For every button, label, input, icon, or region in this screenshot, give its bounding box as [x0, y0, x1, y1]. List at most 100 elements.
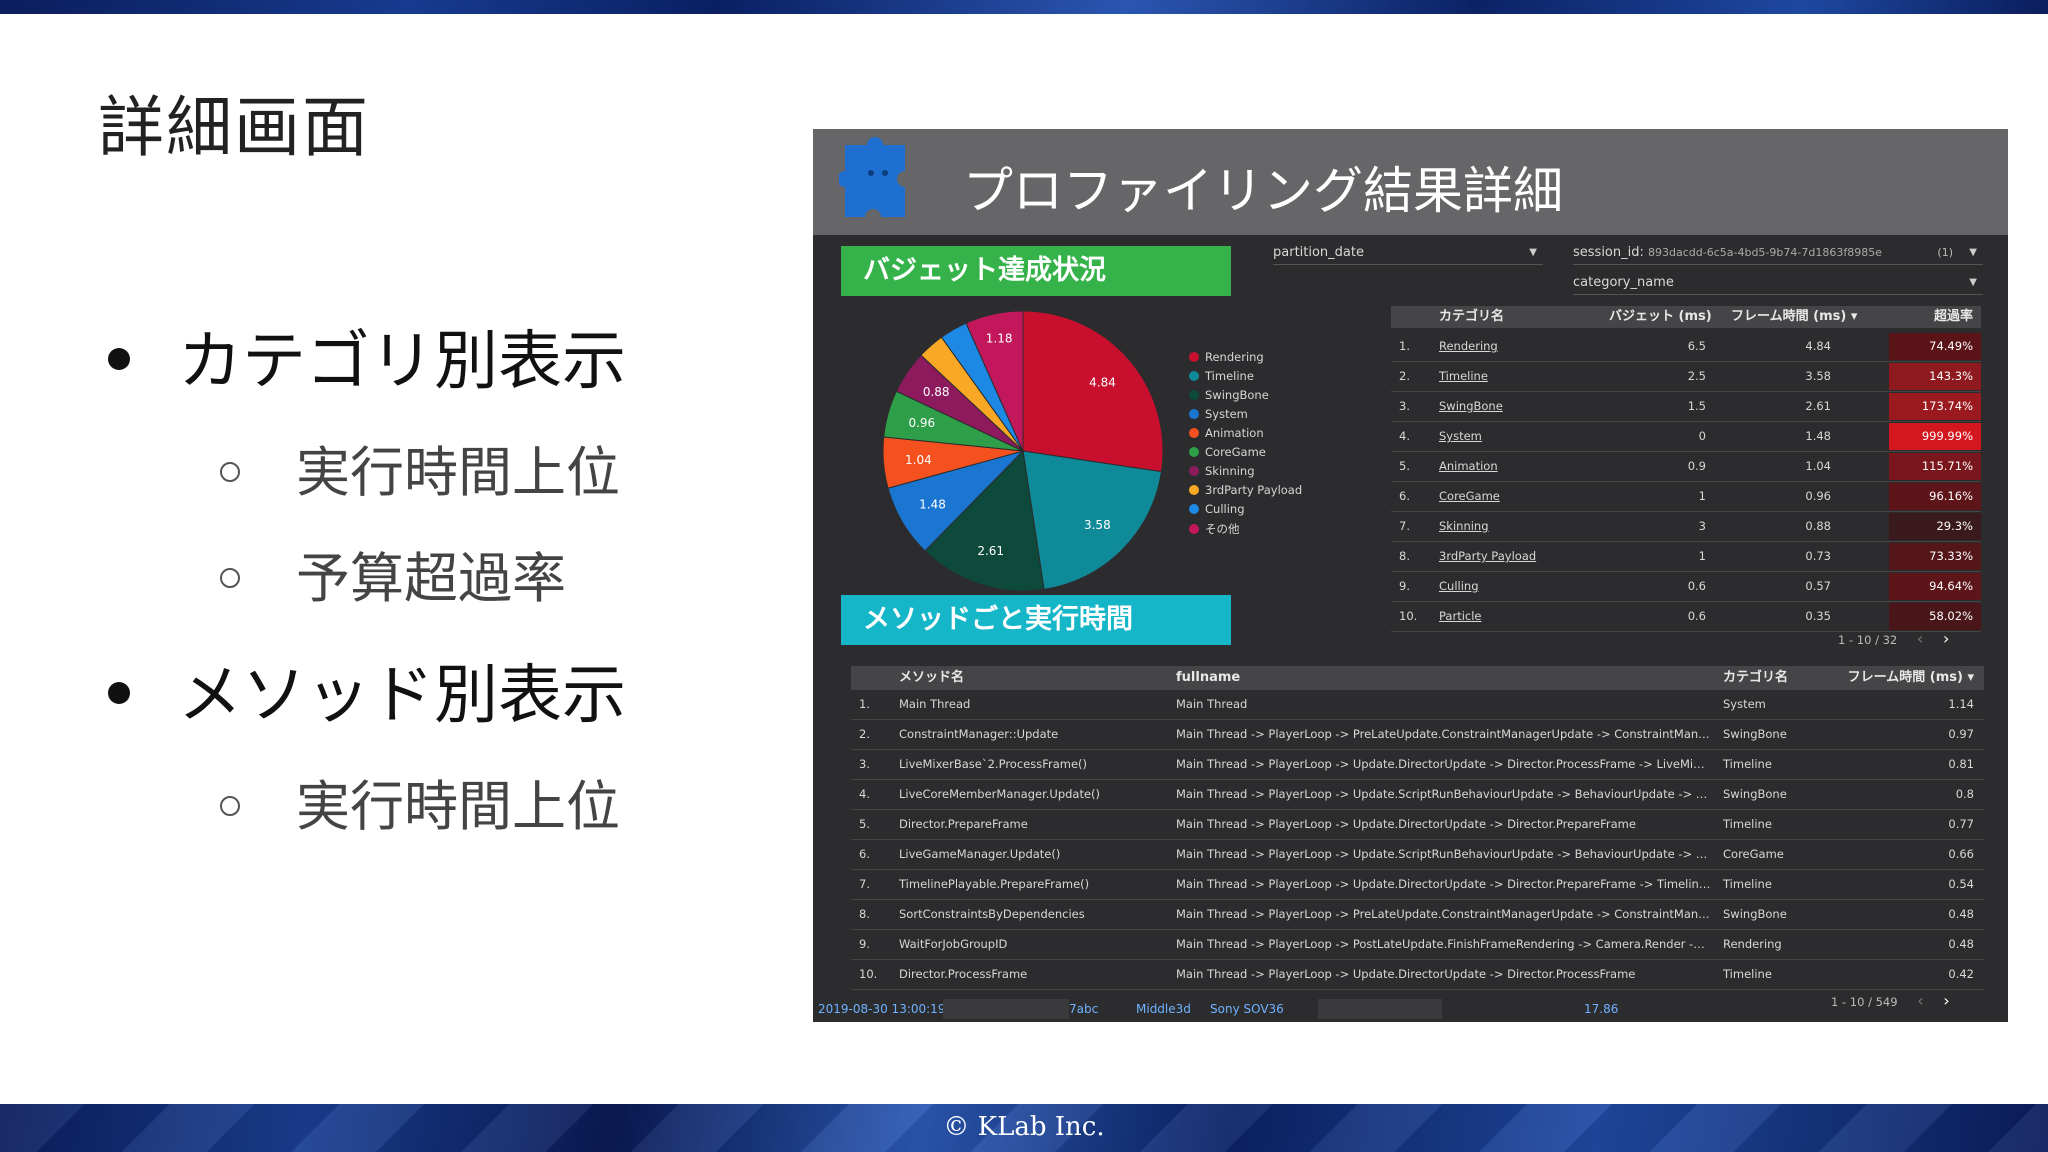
column-header-frame-time[interactable]: フレーム時間 (ms) ▾ [1848, 666, 1974, 690]
pie-legend: Rendering Timeline SwingBone System Animatio… [1189, 350, 1302, 540]
table-row: 6. CoreGame 1 0.96 96.16% [1391, 482, 1981, 512]
column-header-method[interactable]: メソッド名 [899, 666, 964, 690]
method-name: SortConstraintsByDependencies [899, 907, 1085, 921]
category-link[interactable]: Culling [1439, 572, 1479, 601]
category-link[interactable]: Timeline [1439, 362, 1488, 391]
top-decorative-band [0, 0, 2048, 14]
column-header-over-rate[interactable]: 超過率 [1934, 306, 1973, 328]
legend-item: System [1189, 407, 1302, 426]
method-name: Main Thread [899, 697, 971, 711]
legend-item: Skinning [1189, 464, 1302, 483]
row-number: 9. [1399, 579, 1410, 593]
category-link[interactable]: SwingBone [1439, 392, 1503, 421]
method-category: SwingBone [1723, 727, 1787, 741]
frame-time-value: 0.57 [1805, 579, 1831, 593]
column-header-frame-time[interactable]: フレーム時間 (ms) ▾ [1731, 306, 1857, 328]
redacted-block [943, 999, 1069, 1019]
method-category: Timeline [1723, 877, 1772, 891]
session-id-filter[interactable]: session_id: 893dacdd-6c5a-4bd5-9b74-7d18… [1573, 242, 1983, 265]
status-quality: Middle3d [1136, 1002, 1191, 1016]
partition-date-filter[interactable]: partition_date ▼ [1273, 242, 1543, 265]
category-table: カテゴリ名 バジェット (ms) フレーム時間 (ms) ▾ 超過率 1. Ren… [1391, 306, 1981, 632]
legend-label: その他 [1205, 522, 1240, 536]
method-category: Rendering [1723, 937, 1782, 951]
table-row: 3. SwingBone 1.5 2.61 173.74% [1391, 392, 1981, 422]
frame-time-value: 0.48 [1948, 937, 1974, 951]
method-fullname: Main Thread [1176, 697, 1248, 711]
dropdown-caret-icon: ▼ [1969, 277, 1977, 288]
category-link[interactable]: 3rdParty Payload [1439, 542, 1536, 571]
column-header-category[interactable]: カテゴリ名 [1439, 306, 1504, 328]
frame-time-value: 0.8 [1955, 787, 1974, 801]
pie-data-label: 3.58 [1084, 518, 1111, 532]
row-number: 3. [1399, 399, 1410, 413]
table-row: 2. ConstraintManager::Update Main Thread -… [851, 720, 1984, 750]
legend-label: Skinning [1205, 464, 1255, 478]
row-number: 7. [1399, 519, 1410, 533]
pie-slice [1022, 310, 1164, 473]
legend-label: Culling [1205, 502, 1245, 516]
hollow-circle-icon [220, 568, 240, 589]
over-rate-value: 74.49% [1889, 333, 1981, 360]
dashboard-screenshot: プロファイリング結果詳細 バジェット達成状況 メソッドごと実行時間 partit… [813, 129, 2008, 1022]
method-category: SwingBone [1723, 907, 1787, 921]
bottom-decorative-band: © KLab Inc. [0, 1104, 2048, 1152]
legend-swatch [1189, 389, 1199, 400]
category-pie-chart: 4.84 3.58 2.61 1.48 1.04 0.96 0.88 1.18 [882, 310, 1164, 592]
over-rate-value: 143.3% [1889, 363, 1981, 390]
column-header-category[interactable]: カテゴリ名 [1723, 666, 1788, 690]
method-category: CoreGame [1723, 847, 1784, 861]
row-number: 4. [859, 787, 870, 801]
status-date: 2019-08-30 13:00:19 [818, 1002, 946, 1016]
method-fullname: Main Thread -> PlayerLoop -> Update.Dire… [1176, 877, 1711, 891]
method-name: TimelinePlayable.PrepareFrame() [899, 877, 1090, 891]
table-row: 5. Animation 0.9 1.04 115.71% [1391, 452, 1981, 482]
row-number: 6. [859, 847, 870, 861]
method-category: Timeline [1723, 817, 1772, 831]
method-fullname: Main Thread -> PlayerLoop -> Update.Scri… [1176, 787, 1711, 801]
legend-swatch [1189, 465, 1199, 476]
category-name-filter[interactable]: category_name ▼ [1573, 272, 1983, 295]
frame-time-value: 0.81 [1948, 757, 1974, 771]
pie-data-label: 4.84 [1089, 375, 1116, 389]
budget-value: 0.6 [1687, 579, 1706, 593]
method-name: ConstraintManager::Update [899, 727, 1059, 741]
legend-swatch [1189, 484, 1199, 495]
method-category: SwingBone [1723, 787, 1787, 801]
method-category: Timeline [1723, 967, 1772, 981]
prev-page-icon[interactable]: ‹ [1917, 629, 1923, 648]
category-link[interactable]: System [1439, 422, 1482, 451]
table-row: 7. TimelinePlayable.PrepareFrame() Main Th… [851, 870, 1984, 900]
category-link[interactable]: Particle [1439, 602, 1482, 631]
hollow-circle-icon [220, 462, 240, 483]
legend-swatch [1189, 408, 1199, 419]
category-table-body: 1. Rendering 6.5 4.84 74.49% 2. Timeline 2.5 3.5… [1391, 332, 1981, 632]
table-row: 8. SortConstraintsByDependencies Main Thre… [851, 900, 1984, 930]
method-fullname: Main Thread -> PlayerLoop -> PostLateUpd… [1176, 937, 1711, 951]
frame-time-value: 0.42 [1948, 967, 1974, 981]
row-number: 9. [859, 937, 870, 951]
row-number: 10. [859, 967, 878, 981]
table-row: 9. Culling 0.6 0.57 94.64% [1391, 572, 1981, 602]
category-link[interactable]: Animation [1439, 452, 1498, 481]
row-number: 10. [1399, 609, 1418, 623]
frame-time-value: 0.54 [1948, 877, 1974, 891]
frame-time-value: 0.35 [1805, 609, 1831, 623]
method-fullname: Main Thread -> PlayerLoop -> Update.Scri… [1176, 847, 1711, 861]
budget-value: 2.5 [1687, 369, 1706, 383]
method-name: LiveGameManager.Update() [899, 847, 1061, 861]
pie-data-label: 0.88 [923, 385, 950, 399]
column-header-budget[interactable]: バジェット (ms) [1609, 306, 1712, 328]
legend-label: SwingBone [1205, 388, 1269, 402]
over-rate-value: 73.33% [1889, 543, 1981, 570]
over-rate-value: 58.02% [1889, 603, 1981, 630]
category-pager: 1 - 10 / 32 ‹ › [1838, 629, 1950, 648]
category-link[interactable]: Skinning [1439, 512, 1489, 541]
method-name: LiveMixerBase`2.ProcessFrame() [899, 757, 1088, 771]
next-page-icon[interactable]: › [1943, 629, 1949, 648]
legend-item: その他 [1189, 521, 1302, 540]
legend-label: 3rdParty Payload [1205, 483, 1303, 497]
column-header-fullname[interactable]: fullname [1176, 666, 1240, 690]
category-link[interactable]: CoreGame [1439, 482, 1500, 511]
category-link[interactable]: Rendering [1439, 332, 1498, 361]
